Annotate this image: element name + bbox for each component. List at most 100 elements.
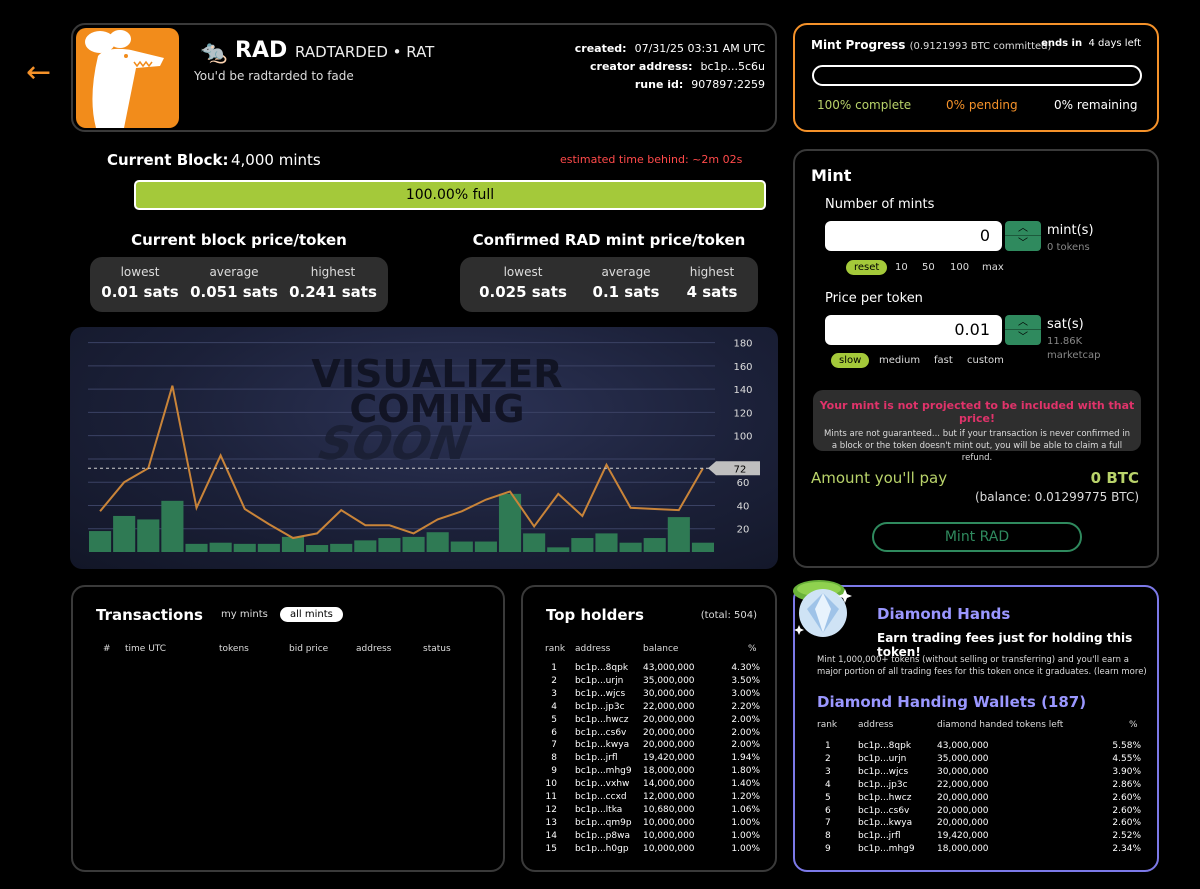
- holder-address[interactable]: bc1p...jp3c: [575, 702, 625, 712]
- holder-address[interactable]: bc1p...h0gp: [575, 844, 629, 854]
- mint-button[interactable]: Mint RAD: [872, 522, 1082, 552]
- holder-address[interactable]: bc1p...mhg9: [575, 766, 632, 776]
- quick-max[interactable]: max: [982, 262, 1004, 273]
- mint-progress-bar: [812, 65, 1142, 86]
- table-row: 1 bc1p...8qpk 43,000,000 5.58%: [795, 741, 1161, 754]
- remaining-stat: 0% remaining: [1054, 98, 1138, 112]
- diamond-percent: 2.60%: [1112, 805, 1141, 816]
- marketcap-value: 11.86K: [1047, 336, 1083, 347]
- holder-percent: 1.40%: [731, 779, 760, 790]
- creator-label: creator address:: [590, 60, 693, 73]
- diamond-address[interactable]: bc1p...jp3c: [858, 780, 908, 790]
- tab-my-mints[interactable]: my mints: [211, 607, 278, 622]
- chevron-up-icon[interactable]: ︿: [1005, 315, 1041, 330]
- diamond-address[interactable]: bc1p...hwcz: [858, 793, 911, 803]
- holder-address[interactable]: bc1p...8qpk: [575, 663, 628, 673]
- diamond-percent: 2.86%: [1112, 779, 1141, 790]
- table-row: 6 bc1p...cs6v 20,000,000 2.60%: [795, 806, 1161, 819]
- num-mints-input[interactable]: 0: [825, 221, 1002, 251]
- chart-bar: [113, 515, 136, 552]
- speed-custom[interactable]: custom: [967, 355, 1004, 366]
- table-row: 7 bc1p...kwya 20,000,000 2.00%: [523, 740, 779, 753]
- warning-body: Mints are not guaranteed... but if your …: [824, 429, 1130, 463]
- created-row: created: 07/31/25 03:31 AM UTC: [575, 42, 765, 55]
- diamond-hands-desc[interactable]: Mint 1,000,000+ tokens (without selling …: [817, 654, 1147, 678]
- price-per-token-input[interactable]: 0.01: [825, 315, 1002, 345]
- table-row: 14 bc1p...p8wa 10,000,000 1.00%: [523, 831, 779, 844]
- holder-address[interactable]: bc1p...hwcz: [575, 715, 628, 725]
- holder-address[interactable]: bc1p...urjn: [575, 676, 623, 686]
- diamond-percent: 2.60%: [1112, 792, 1141, 803]
- holder-percent: 1.06%: [731, 804, 760, 815]
- chart-bar: [547, 547, 570, 552]
- holder-address[interactable]: bc1p...ltka: [575, 805, 622, 815]
- chevron-up-icon[interactable]: ︿: [1005, 221, 1041, 236]
- chart-bar: [667, 517, 690, 552]
- chevron-down-icon[interactable]: ﹀: [1005, 330, 1041, 345]
- chart-bar: [137, 519, 160, 552]
- diamond-address[interactable]: bc1p...jrfl: [858, 831, 901, 841]
- current-price-title: Current block price/token: [131, 231, 347, 249]
- holder-address[interactable]: bc1p...cs6v: [575, 728, 626, 738]
- speed-slow[interactable]: slow: [831, 353, 870, 368]
- holder-address[interactable]: bc1p...jrfl: [575, 753, 618, 763]
- tab-all-mints[interactable]: all mints: [280, 607, 343, 622]
- holder-address[interactable]: bc1p...vxhw: [575, 779, 629, 789]
- holder-address[interactable]: bc1p...wjcs: [575, 689, 625, 699]
- holder-balance: 20,000,000: [643, 714, 695, 725]
- creator-value[interactable]: bc1p...5c6u: [700, 60, 765, 73]
- diamond-percent: 4.55%: [1112, 753, 1141, 764]
- current-average-label: average: [209, 265, 259, 279]
- creator-row: creator address: bc1p...5c6u: [590, 60, 765, 73]
- diamond-tokens: 22,000,000: [937, 779, 989, 790]
- holder-rank: 15: [545, 843, 557, 854]
- diamond-address[interactable]: bc1p...cs6v: [858, 806, 909, 816]
- holder-percent: 2.00%: [731, 714, 760, 725]
- holders-col-rank: rank: [545, 644, 566, 654]
- num-tokens: 0 tokens: [1047, 242, 1090, 253]
- table-row: 6 bc1p...cs6v 20,000,000 2.00%: [523, 728, 779, 741]
- y-tick-label: 40: [737, 501, 750, 512]
- chevron-down-icon[interactable]: ﹀: [1005, 236, 1041, 251]
- amount-pay-value: 0 BTC: [1090, 469, 1139, 487]
- diamond-address[interactable]: bc1p...kwya: [858, 818, 912, 828]
- diamond-tokens: 30,000,000: [937, 766, 989, 777]
- marketcap-label: marketcap: [1047, 350, 1101, 361]
- holder-address[interactable]: bc1p...qm9p: [575, 818, 632, 828]
- price-stepper[interactable]: ︿ ﹀: [1005, 315, 1041, 345]
- num-mints-stepper[interactable]: ︿ ﹀: [1005, 221, 1041, 251]
- quick-50[interactable]: 50: [922, 262, 935, 273]
- holder-balance: 10,000,000: [643, 830, 695, 841]
- y-tick-label: 20: [737, 525, 750, 536]
- speed-fast[interactable]: fast: [934, 355, 953, 366]
- diamond-address[interactable]: bc1p...8qpk: [858, 741, 911, 751]
- diamond-rank: 8: [825, 831, 831, 842]
- tx-col-tokens: tokens: [219, 644, 249, 654]
- quick-10[interactable]: 10: [895, 262, 908, 273]
- holder-address[interactable]: bc1p...kwya: [575, 740, 629, 750]
- diamond-rank: 7: [825, 818, 831, 829]
- rat-emoji-icon: 🐀: [200, 40, 228, 65]
- chart-bar: [281, 536, 305, 552]
- diamond-col-tokens: diamond handed tokens left: [937, 720, 1064, 730]
- diamond-address[interactable]: bc1p...wjcs: [858, 767, 908, 777]
- diamond-address[interactable]: bc1p...mhg9: [858, 844, 915, 854]
- diamond-address[interactable]: bc1p...urjn: [858, 754, 906, 764]
- y-tick-label: 140: [733, 385, 752, 396]
- y-tick-label: 180: [733, 339, 752, 350]
- confirmed-average-value: 0.1 sats: [592, 283, 660, 301]
- rune-id-row: rune id: 907897:2259: [635, 78, 765, 91]
- quick-reset[interactable]: reset: [846, 260, 888, 275]
- holder-address[interactable]: bc1p...ccxd: [575, 792, 627, 802]
- back-arrow-icon[interactable]: ←: [26, 58, 51, 88]
- diamond-tokens: 18,000,000: [937, 844, 989, 855]
- holder-address[interactable]: bc1p...p8wa: [575, 831, 630, 841]
- speed-medium[interactable]: medium: [879, 355, 920, 366]
- amount-pay-label: Amount you'll pay: [811, 469, 948, 487]
- y-tick-label: 60: [737, 478, 750, 489]
- diamond-col-address: address: [858, 720, 894, 730]
- y-tick-label: 160: [733, 362, 752, 373]
- y-tick-label: 120: [733, 408, 752, 419]
- quick-100[interactable]: 100: [950, 262, 969, 273]
- rune-id-label: rune id:: [634, 78, 684, 91]
